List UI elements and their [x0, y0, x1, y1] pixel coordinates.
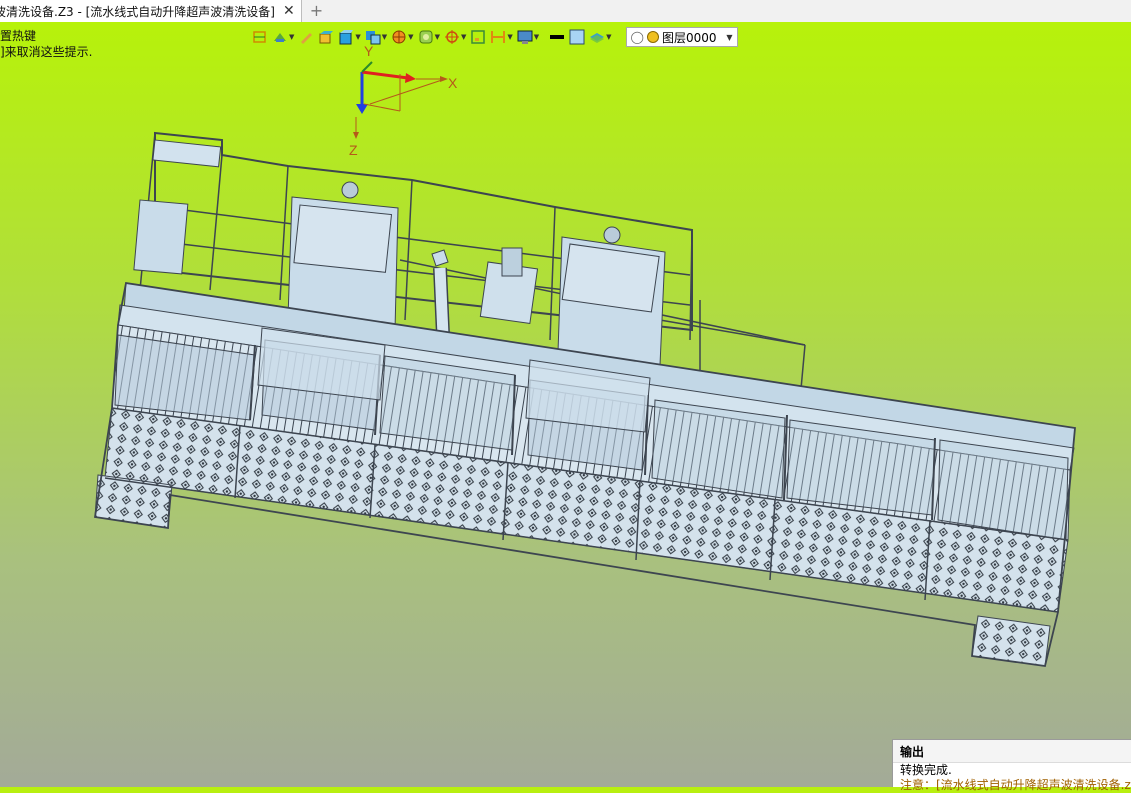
- layer-select[interactable]: ◯ 图层0000 ▼: [625, 27, 738, 47]
- output-panel-title: 输出: [893, 740, 1131, 763]
- document-tab-title: 波清洗设备.Z3 - [流水线式自动升降超声波清洗设备]: [0, 4, 275, 19]
- cleaning-machine-model: [93, 131, 1076, 668]
- axis-x-label: X: [448, 75, 458, 91]
- hotkey-hint: 置热键 ]来取消这些提示.: [0, 28, 93, 60]
- view-cube-icon[interactable]: ▼: [338, 27, 361, 47]
- render-icon[interactable]: ▼: [391, 27, 414, 47]
- grid-icon[interactable]: [252, 27, 268, 47]
- material-icon[interactable]: ▼: [418, 27, 440, 47]
- color-swatch-black[interactable]: [549, 27, 565, 47]
- lightbulb-icon: ◯: [630, 30, 644, 44]
- hint-line-1: 置热键: [0, 29, 37, 43]
- chevron-down-icon: ▼: [726, 32, 733, 42]
- view-icon[interactable]: ▼: [365, 27, 387, 47]
- document-tab[interactable]: 波清洗设备.Z3 - [流水线式自动升降超声波清洗设备] ✕: [0, 0, 302, 22]
- display-icon[interactable]: ▼: [517, 27, 539, 47]
- coordinate-triad: X Y Z: [330, 43, 470, 167]
- document-tab-bar: 波清洗设备.Z3 - [流水线式自动升降超声波清洗设备] ✕ +: [0, 0, 1131, 23]
- sun-icon: [646, 31, 659, 43]
- frame-icon[interactable]: [470, 27, 486, 47]
- output-panel: 输出 转换完成. 注意：[流水线式自动升降超声波清洗设备.z3]: [892, 739, 1131, 792]
- hint-line-2: ]来取消这些提示.: [0, 45, 93, 59]
- close-icon[interactable]: ✕: [283, 4, 295, 18]
- output-line-2: 注意：[流水线式自动升降超声波清洗设备.z3]: [900, 778, 1131, 792]
- color-swatch-blue[interactable]: [569, 27, 585, 47]
- box-icon[interactable]: [318, 27, 334, 47]
- pencil-icon[interactable]: [298, 27, 314, 47]
- 3d-viewport[interactable]: X Y Z: [0, 22, 1131, 787]
- sketch-icon[interactable]: ▼: [272, 27, 294, 47]
- axis-z-label: Z: [349, 142, 358, 158]
- add-tab-icon[interactable]: +: [310, 0, 323, 22]
- view-toolbar: ▼ ▼ ▼ ▼ ▼ ▼ ▼ ▼ ▼ ◯ 图层0000 ▼: [252, 26, 738, 48]
- output-line-1: 转换完成.: [900, 763, 952, 777]
- snap-icon[interactable]: ▼: [444, 27, 466, 47]
- section-icon[interactable]: ▼: [490, 27, 513, 47]
- layer-stack-icon[interactable]: ▼: [589, 27, 612, 47]
- layer-select-value: 图层0000: [661, 30, 717, 45]
